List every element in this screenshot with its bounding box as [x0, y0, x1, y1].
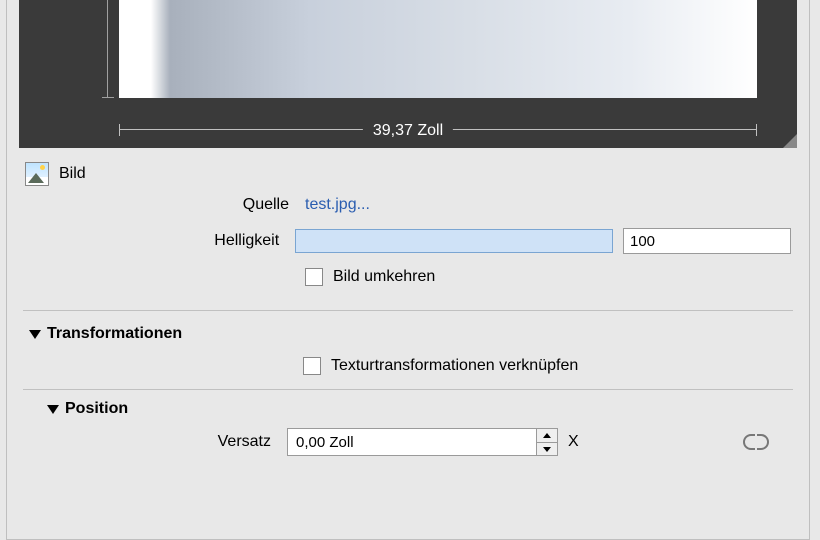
link-textures-row: Texturtransformationen verknüpfen [7, 357, 809, 375]
link-textures-checkbox[interactable] [303, 357, 321, 375]
divider [23, 310, 793, 311]
source-label: Quelle [25, 196, 305, 214]
image-thumbnail-icon [25, 162, 49, 186]
resize-handle-icon[interactable] [783, 134, 797, 148]
offset-x-input[interactable] [287, 428, 537, 456]
image-section: Bild Quelle test.jpg... Helligkeit Bild … [7, 148, 809, 306]
link-textures-label: Texturtransformationen verknüpfen [331, 357, 578, 375]
offset-label: Versatz [7, 433, 287, 451]
vertical-ruler [107, 0, 108, 98]
source-row: Quelle test.jpg... [25, 196, 791, 214]
transform-section-header[interactable]: Transformationen [7, 315, 809, 351]
image-section-header: Bild [25, 162, 791, 186]
spinner-buttons [537, 428, 558, 456]
position-section-header[interactable]: Position [7, 394, 809, 422]
triangle-up-icon [543, 433, 551, 438]
preview-image[interactable] [119, 0, 757, 98]
offset-x-row: Versatz X [7, 428, 809, 456]
ruler-width-label: 39,37 Zoll [363, 122, 453, 140]
brightness-input[interactable] [623, 228, 791, 254]
image-section-title: Bild [59, 165, 86, 183]
invert-checkbox[interactable] [305, 268, 323, 286]
chevron-down-icon [29, 330, 41, 339]
spin-up-button[interactable] [537, 429, 557, 442]
divider [23, 389, 793, 390]
properties-panel: 39,37 Zoll Bild Quelle test.jpg... Helli… [6, 0, 810, 540]
brightness-slider[interactable] [295, 229, 613, 253]
link-icon[interactable] [743, 434, 769, 450]
chevron-down-icon [47, 405, 59, 414]
offset-x-spinner[interactable] [287, 428, 558, 456]
preview-area: 39,37 Zoll [19, 0, 797, 148]
position-title: Position [65, 400, 128, 418]
source-file-link[interactable]: test.jpg... [305, 196, 370, 214]
brightness-label: Helligkeit [25, 232, 295, 250]
transform-title: Transformationen [47, 325, 182, 343]
axis-x-label: X [568, 433, 579, 451]
triangle-down-icon [543, 447, 551, 452]
invert-label: Bild umkehren [333, 268, 435, 286]
brightness-row: Helligkeit [25, 228, 791, 254]
invert-row: Bild umkehren [25, 268, 791, 286]
spin-down-button[interactable] [537, 442, 557, 455]
